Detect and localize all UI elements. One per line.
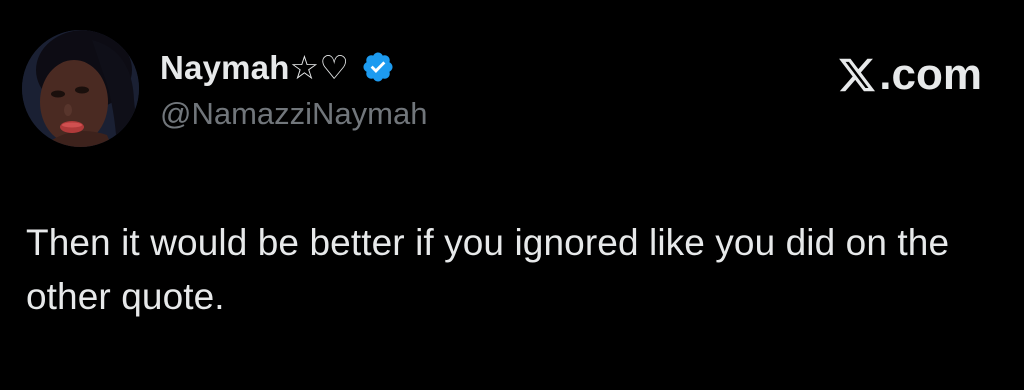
avatar[interactable] [22, 30, 139, 147]
author-handle[interactable]: @NamazziNaymah [160, 96, 427, 132]
brand-domain-label: .com [879, 50, 982, 99]
tweet-card: Naymah☆♡ @NamazziNaymah .com Then it wou… [0, 0, 1024, 390]
author-display-name[interactable]: Naymah☆♡ [160, 48, 349, 87]
author-name-row: Naymah☆♡ [160, 44, 395, 90]
tweet-text: Then it would be better if you ignored l… [26, 222, 950, 317]
verified-badge-icon [363, 52, 393, 82]
x-brand-watermark: .com [837, 50, 982, 100]
x-logo-icon [839, 58, 876, 92]
avatar-image [22, 30, 139, 147]
